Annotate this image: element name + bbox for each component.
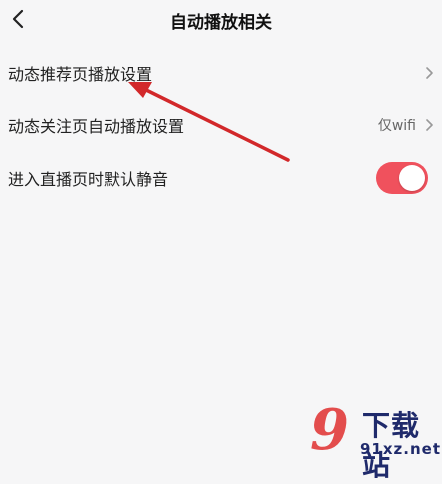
settings-row-label: 动态关注页自动播放设置: [8, 117, 185, 136]
live-mute-toggle[interactable]: [376, 162, 428, 194]
header: 自动播放相关: [0, 0, 442, 40]
settings-row-value: 仅wifi: [377, 118, 416, 134]
toggle-knob: [399, 165, 425, 191]
watermark: 9 下载站 91xz.net: [310, 397, 442, 482]
page-title: 自动播放相关: [170, 13, 272, 33]
chevron-right-icon: [426, 119, 433, 131]
settings-row-recommend-playback[interactable]: 动态推荐页播放设置: [0, 46, 442, 100]
settings-row-label: 进入直播页时默认静音: [8, 170, 169, 189]
settings-row-label: 动态推荐页播放设置: [8, 65, 153, 84]
chevron-right-icon: [426, 67, 433, 79]
watermark-logo: 9: [310, 397, 349, 463]
watermark-bottom-text: 91xz.net: [360, 440, 442, 458]
settings-row-follow-autoplay[interactable]: 动态关注页自动播放设置 仅wifi: [0, 98, 442, 152]
settings-row-live-mute: 进入直播页时默认静音: [0, 151, 442, 205]
